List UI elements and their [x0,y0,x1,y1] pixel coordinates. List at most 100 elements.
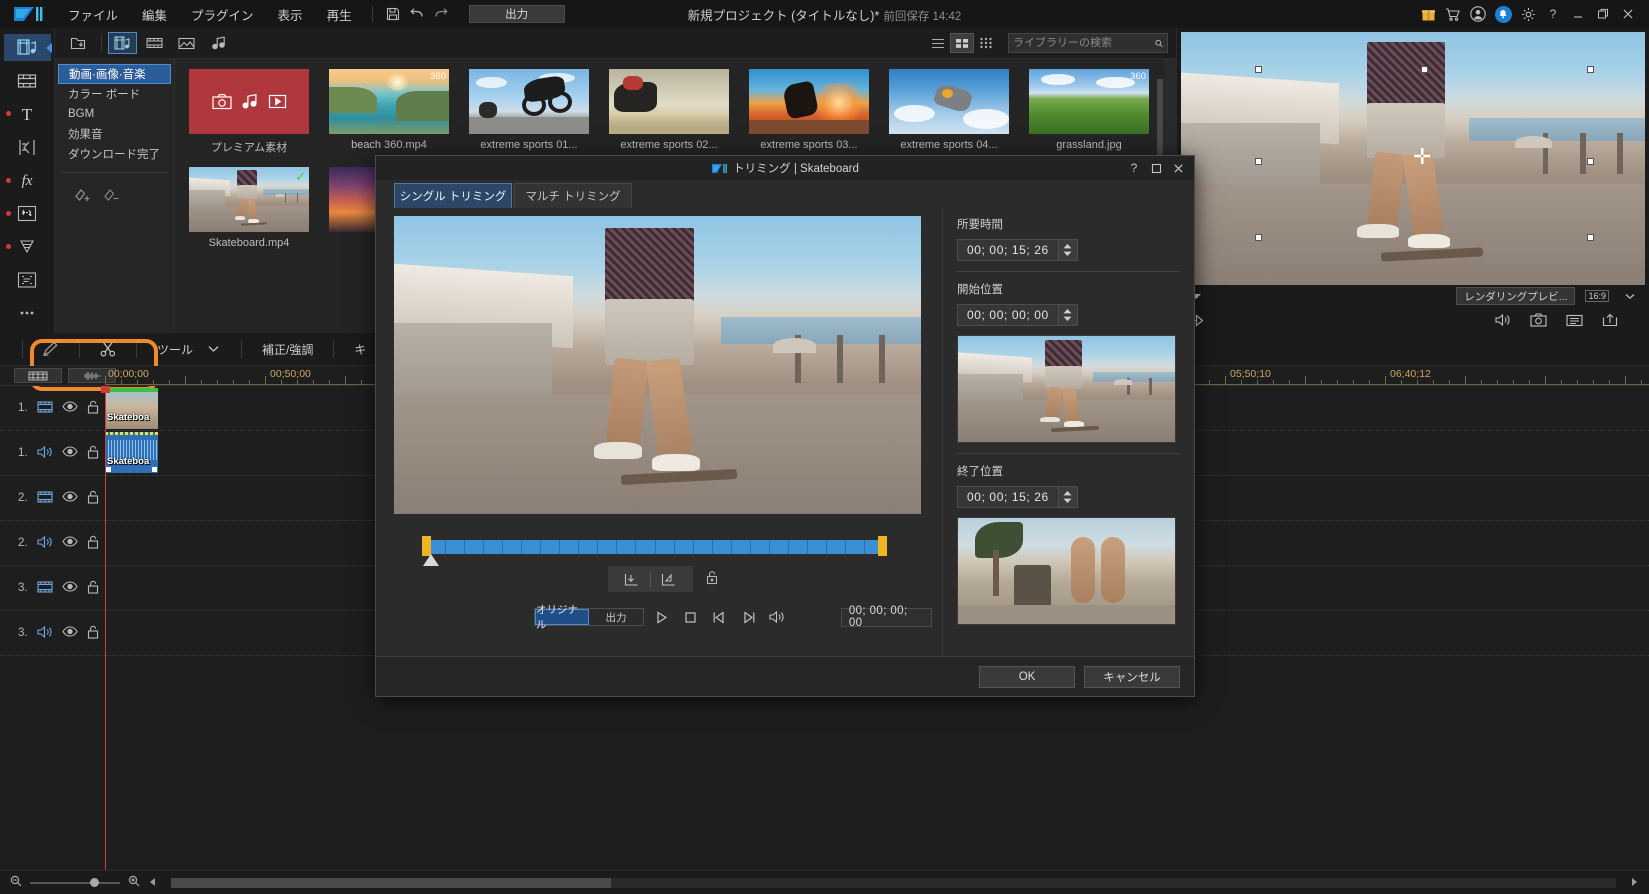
tab-multi-trim[interactable]: マルチ トリミング [514,183,632,208]
duration-value[interactable]: 00; 00; 15; 26 [957,239,1059,261]
import-media-icon[interactable] [63,32,92,54]
sidebar-item-particle[interactable] [4,200,51,227]
library-item-beach360[interactable]: 360 beach 360.mp4 [329,69,449,155]
eye-icon[interactable] [62,491,78,505]
video-track-icon[interactable] [37,401,53,416]
category-downloaded[interactable]: ダウンロード完了 [58,144,171,164]
snapshot-icon[interactable] [1527,311,1549,329]
sidebar-item-transition[interactable] [4,134,51,161]
duration-stepper[interactable] [1059,239,1078,261]
cancel-button[interactable]: キャンセル [1084,666,1180,688]
scroll-left-icon[interactable] [148,876,157,890]
fix-enhance-label[interactable]: 補正/強調 [256,341,319,358]
preview-stage[interactable]: ✛ [1181,32,1645,285]
zoom-slider[interactable] [30,882,120,884]
library-item-extreme02[interactable]: extreme sports 02... [609,69,729,155]
mode-original-button[interactable]: オリジナル [535,609,589,625]
sidebar-item-title[interactable]: T [4,100,51,127]
sidebar-item-more[interactable] [4,300,51,327]
close-icon[interactable] [1168,158,1188,178]
trim-video-preview[interactable] [394,216,921,514]
produce-button[interactable]: 出力 [469,5,565,23]
eye-icon[interactable] [62,581,78,595]
help-icon[interactable]: ? [1542,3,1564,25]
category-color-board[interactable]: カラー ボード [58,84,171,104]
list-view-icon[interactable] [926,33,950,53]
library-tab-music[interactable] [204,32,233,54]
menu-plugin[interactable]: プラグイン [179,1,266,28]
maximize-icon[interactable] [1146,158,1166,178]
category-media[interactable]: 動画·画像·音楽 [58,64,171,84]
tab-single-trim[interactable]: シングル トリミング [394,183,512,208]
end-position-stepper[interactable] [1059,486,1078,508]
video-track-icon[interactable] [37,581,53,596]
library-item-extreme03[interactable]: extreme sports 03... [749,69,869,155]
selection-handle[interactable] [1255,66,1262,73]
search-icon[interactable] [1155,37,1163,50]
selection-handle[interactable] [1587,158,1594,165]
trim-start-marker[interactable] [422,536,431,556]
library-search-box[interactable] [1008,33,1168,53]
keyframe-label[interactable]: キ [348,341,372,358]
maximize-icon[interactable] [1592,3,1614,25]
duration-field[interactable]: 00; 00; 15; 26 [957,239,1180,261]
end-position-field[interactable]: 00; 00; 15; 26 [957,486,1180,508]
category-bgm[interactable]: BGM [58,104,171,124]
video-track-icon[interactable] [37,491,53,506]
render-preview-button[interactable]: レンダリングプレビ... [1456,287,1575,305]
aspect-chevron-icon[interactable] [1619,287,1641,305]
library-item-premium[interactable]: プレミアム素材 [189,69,309,155]
trim-playhead-marker[interactable] [423,554,439,566]
library-tab-filmstrip[interactable] [140,32,169,54]
sidebar-item-media[interactable] [4,34,51,61]
category-sound-effect[interactable]: 効果音 [58,124,171,144]
preview-mode-toggle[interactable]: オリジナル 出力 [534,608,644,626]
chevron-down-icon[interactable] [199,337,227,361]
timeline-clip-audio[interactable]: Skateboa [105,432,158,473]
prev-frame-icon[interactable] [709,607,731,627]
library-item-extreme04[interactable]: extreme sports 04... [889,69,1009,155]
eye-icon[interactable] [62,626,78,640]
search-input[interactable] [1013,37,1155,49]
clip-handle[interactable] [152,467,157,472]
selection-handle[interactable] [1587,234,1594,241]
aspect-lock-icon[interactable] [705,570,719,588]
trim-end-marker[interactable] [878,536,887,556]
eye-icon[interactable] [62,536,78,550]
scrollbar-thumb[interactable] [171,878,611,888]
sidebar-item-storyboard[interactable] [4,67,51,94]
eye-icon[interactable] [62,401,78,415]
unlock-icon[interactable] [87,490,99,507]
audio-track-icon[interactable] [37,446,53,461]
mark-out-icon[interactable] [651,567,687,591]
save-icon[interactable] [381,3,405,25]
timeline-view-mode-button[interactable] [14,368,62,383]
stop-icon[interactable] [680,607,702,627]
library-tab-image[interactable] [172,32,201,54]
ok-button[interactable]: OK [979,666,1075,688]
volume-icon[interactable] [1491,311,1513,329]
menu-view[interactable]: 表示 [266,1,315,28]
tools-menu-label[interactable]: ツール [151,341,199,358]
detail-view-icon[interactable] [974,33,998,53]
unlock-icon[interactable] [87,535,99,552]
unlock-icon[interactable] [87,400,99,417]
unlock-icon[interactable] [87,445,99,462]
next-frame-icon[interactable] [737,607,759,627]
play-icon[interactable] [651,607,673,627]
volume-icon[interactable] [766,607,788,627]
zoom-out-icon[interactable] [10,875,22,890]
sidebar-item-effect[interactable]: fx [4,167,51,194]
start-position-field[interactable]: 00; 00; 00; 00 [957,304,1180,326]
gift-icon[interactable] [1417,3,1439,25]
add-tag-icon[interactable] [73,187,92,207]
close-icon[interactable] [1617,3,1639,25]
playhead[interactable] [105,386,106,870]
audio-track-icon[interactable] [37,626,53,641]
eye-icon[interactable] [62,446,78,460]
account-icon[interactable] [1467,3,1489,25]
library-tab-media[interactable] [108,32,137,54]
aspect-ratio-label[interactable]: 16:9 [1585,290,1609,302]
popout-icon[interactable] [1599,311,1621,329]
selection-handle[interactable] [1255,234,1262,241]
